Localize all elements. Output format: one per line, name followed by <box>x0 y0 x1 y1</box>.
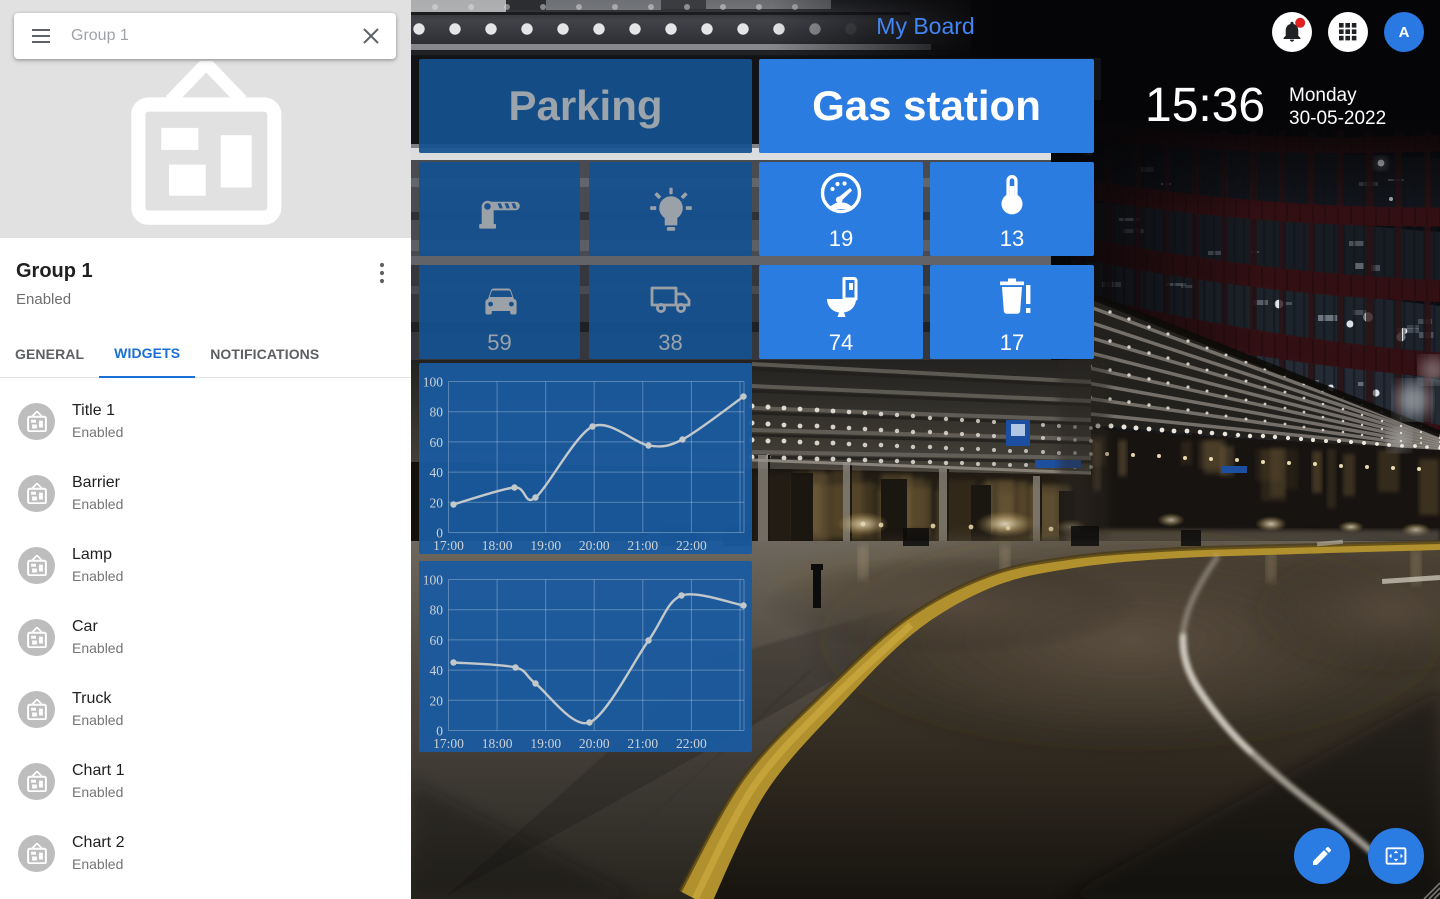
svg-text:18:00: 18:00 <box>482 736 513 751</box>
svg-text:20: 20 <box>430 693 444 708</box>
svg-text:21:00: 21:00 <box>627 538 658 553</box>
svg-text:22:00: 22:00 <box>676 538 707 553</box>
svg-text:80: 80 <box>430 603 444 618</box>
svg-text:20:00: 20:00 <box>579 736 610 751</box>
svg-text:19:00: 19:00 <box>530 736 561 751</box>
svg-text:80: 80 <box>430 405 444 420</box>
svg-text:100: 100 <box>423 375 444 390</box>
svg-text:18:00: 18:00 <box>482 538 513 553</box>
svg-text:17:00: 17:00 <box>433 736 464 751</box>
svg-text:40: 40 <box>430 663 444 678</box>
svg-text:20:00: 20:00 <box>579 538 610 553</box>
svg-text:20: 20 <box>430 495 444 510</box>
svg-text:22:00: 22:00 <box>676 736 707 751</box>
svg-text:17:00: 17:00 <box>433 538 464 553</box>
svg-text:21:00: 21:00 <box>627 736 658 751</box>
svg-text:40: 40 <box>430 465 444 480</box>
svg-text:60: 60 <box>430 435 444 450</box>
svg-text:100: 100 <box>423 573 444 588</box>
svg-text:60: 60 <box>430 633 444 648</box>
svg-text:19:00: 19:00 <box>530 538 561 553</box>
